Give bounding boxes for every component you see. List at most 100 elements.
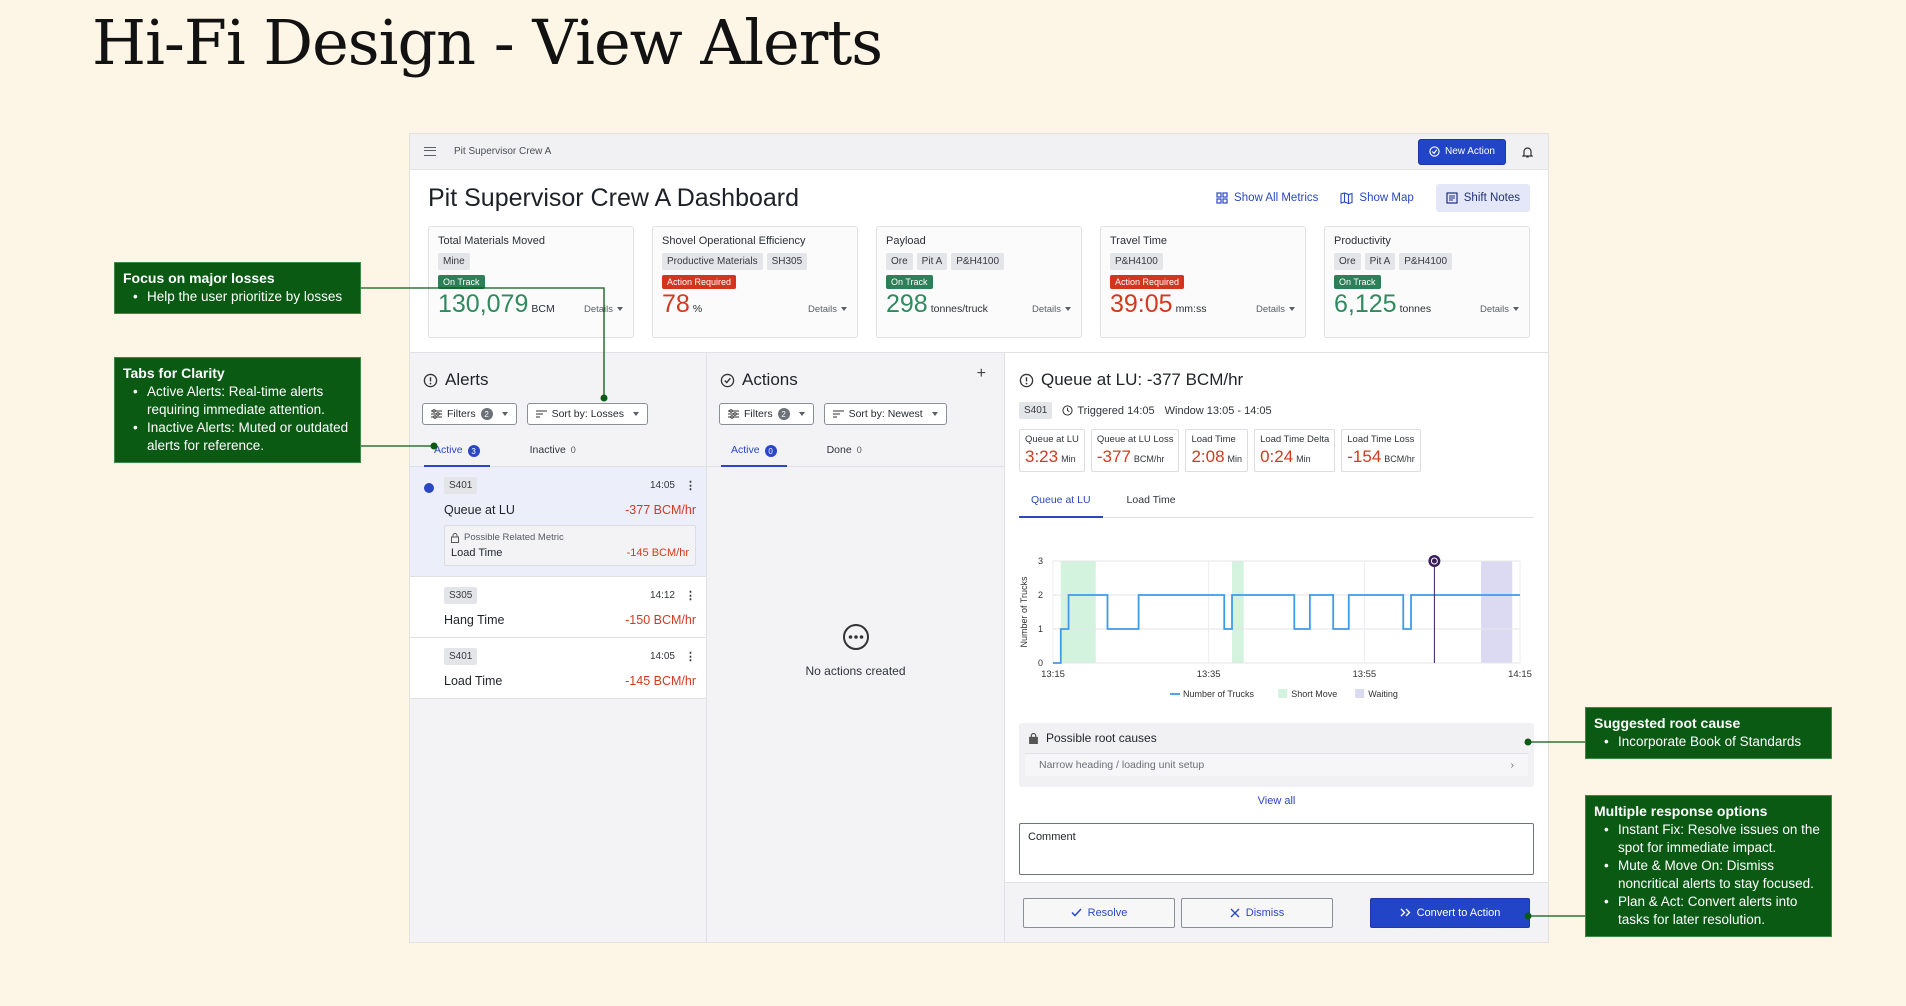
tab-queue-at-lu[interactable]: Queue at LU — [1019, 488, 1103, 518]
metric-status-badge: On Track — [1334, 275, 1381, 289]
show-all-metrics-button[interactable]: Show All Metrics — [1216, 192, 1318, 204]
filter-icon — [728, 409, 739, 419]
metric-chip: Mine — [438, 253, 470, 270]
empty-text: No actions created — [805, 664, 906, 678]
alerts-header: Alerts — [410, 353, 706, 393]
more-vertical-icon[interactable]: ⋮ — [685, 589, 696, 602]
add-action-icon[interactable]: + — [977, 365, 986, 383]
metric-chip: Pit A — [1364, 253, 1396, 270]
alert-circle-icon — [1019, 373, 1034, 387]
tab-done-count: 0 — [856, 445, 862, 455]
alerts-sort-label: Sort by: Losses — [551, 408, 624, 420]
view-all-link[interactable]: View all — [1005, 795, 1548, 807]
convert-label: Convert to Action — [1416, 906, 1501, 919]
metric-card[interactable]: Productivity Ore Pit A P&H4100 On Track 6,… — [1324, 226, 1530, 338]
detail-meta: S401 Triggered 14:05 Window 13:05 - 14:0… — [1005, 393, 1548, 419]
metric-value: 6,125 — [1334, 290, 1397, 318]
metric-chip: Pit A — [916, 253, 948, 270]
related-name: Load Time — [451, 547, 503, 559]
chart-x-tick: 13:55 — [1352, 669, 1376, 680]
alert-name: Hang Time — [444, 613, 505, 627]
alert-item[interactable]: S401 14:05 ⋮ Load Time -145 BCM/hr — [410, 638, 706, 699]
alert-item[interactable]: S401 14:05 ⋮ Queue at LU -377 BCM/hr Possi… — [410, 467, 706, 577]
tab-active-actions[interactable]: Active 0 — [721, 437, 787, 467]
alert-time: 14:05 — [649, 651, 675, 662]
show-map-button[interactable]: Show Map — [1340, 192, 1414, 204]
alert-time: 14:12 — [649, 590, 675, 601]
alerts-sort-button[interactable]: Sort by: Losses — [526, 403, 648, 425]
tab-active-count: 3 — [467, 445, 480, 457]
stat-value: 3:23 — [1025, 447, 1059, 466]
close-icon — [1230, 908, 1240, 917]
metric-status-badge: On Track — [438, 275, 485, 289]
related-metric[interactable]: Possible Related Metric Load Time -145 BC… — [444, 525, 696, 566]
metric-title: Total Materials Moved — [438, 235, 545, 247]
metric-card[interactable]: Payload Ore Pit A P&H4100 On Track 298 tonn… — [876, 226, 1082, 338]
note-item: Help the user prioritize by losses — [123, 288, 352, 306]
root-cause-item[interactable]: Narrow heading / loading unit setup › — [1025, 753, 1528, 776]
metric-unit: tonnes/truck — [930, 303, 988, 315]
chart-marker-dot — [1428, 555, 1441, 567]
metric-details-button[interactable]: Details — [808, 304, 847, 315]
chart-y-tick: 2 — [1038, 590, 1043, 600]
tab-inactive-label: Inactive — [529, 444, 566, 456]
tab-load-time[interactable]: Load Time — [1115, 488, 1188, 517]
metric-chip: Ore — [1334, 253, 1361, 270]
breadcrumb[interactable]: Pit Supervisor Crew A — [454, 146, 551, 157]
note-focus-losses: Focus on major losses Help the user prio… — [114, 262, 361, 314]
actions-filters-button[interactable]: Filters 2 — [719, 403, 814, 425]
shift-notes-button[interactable]: Shift Notes — [1435, 184, 1530, 212]
dismiss-label: Dismiss — [1245, 906, 1285, 919]
metric-value: 39:05 — [1110, 290, 1173, 318]
chevron-down-icon — [931, 412, 938, 416]
metric-card[interactable]: Total Materials Moved Mine On Track 130,… — [428, 226, 634, 338]
metric-value: 78 — [662, 290, 690, 318]
tab-inactive-alerts[interactable]: Inactive 0 — [520, 437, 586, 466]
check-icon — [1071, 908, 1082, 917]
detail-footer: Resolve Dismiss Convert to Action — [1005, 882, 1548, 942]
chevron-right-icon: › — [1510, 759, 1515, 771]
actions-sort-button[interactable]: Sort by: Newest — [823, 403, 947, 425]
dashboard-title: Pit Supervisor Crew A Dashboard — [428, 183, 800, 212]
alert-loss: -377 BCM/hr — [625, 503, 696, 517]
metric-details-label: Details — [583, 304, 613, 315]
bell-icon[interactable] — [1520, 145, 1534, 159]
metric-chip: P&H4100 — [1110, 253, 1163, 270]
stat-label: Queue at LU — [1025, 434, 1079, 445]
tab-done-actions[interactable]: Done 0 — [817, 437, 872, 466]
more-vertical-icon[interactable]: ⋮ — [685, 479, 696, 492]
check-circle-icon — [720, 373, 735, 387]
metric-details-button[interactable]: Details — [1256, 304, 1295, 315]
alerts-filters-button[interactable]: Filters 2 — [422, 403, 517, 425]
convert-to-action-button[interactable]: Convert to Action — [1370, 897, 1530, 928]
detail-header: Queue at LU: -377 BCM/hr — [1005, 353, 1548, 393]
dashboard-app: Pit Supervisor Crew A New Action Pit Sup… — [410, 134, 1548, 942]
menu-icon[interactable] — [424, 147, 436, 156]
new-action-button[interactable]: New Action — [1417, 138, 1506, 165]
metric-details-button[interactable]: Details — [1032, 304, 1071, 315]
alert-item[interactable]: S305 14:12 ⋮ Hang Time -150 BCM/hr — [410, 577, 706, 638]
metric-card[interactable]: Travel Time P&H4100 Action Required 39:0… — [1100, 226, 1306, 338]
metrics-row: Total Materials Moved Mine On Track 130,… — [410, 226, 1548, 338]
dismiss-button[interactable]: Dismiss — [1181, 897, 1333, 928]
tab-done-label: Done — [826, 444, 852, 456]
metric-title: Payload — [886, 235, 926, 247]
metric-status-badge: On Track — [886, 275, 933, 289]
metric-details-button[interactable]: Details — [584, 304, 623, 315]
more-vertical-icon[interactable]: ⋮ — [685, 650, 696, 663]
alert-loss: -145 BCM/hr — [625, 674, 696, 688]
new-action-label: New Action — [1444, 146, 1495, 157]
chart-y-tick: 0 — [1038, 658, 1043, 668]
resolve-button[interactable]: Resolve — [1023, 897, 1175, 928]
alerts-panel: Alerts Filters 2 Sort by: Losses Active — [410, 353, 707, 942]
metric-details-button[interactable]: Details — [1480, 304, 1519, 315]
metric-card[interactable]: Shovel Operational Efficiency Productive… — [652, 226, 858, 338]
comment-label: Comment — [1028, 831, 1076, 843]
stat-label: Queue at LU Loss — [1096, 434, 1174, 445]
comment-field[interactable]: Comment — [1019, 823, 1534, 875]
metric-details-label: Details — [807, 304, 837, 315]
metric-unit: tonnes — [1399, 303, 1432, 315]
detail-stat: Queue at LU 3:23 Min — [1019, 429, 1085, 472]
tab-active-alerts[interactable]: Active 3 — [424, 437, 490, 467]
actions-panel: Actions + Filters 2 Sort by: Newest Acti… — [707, 353, 1005, 942]
